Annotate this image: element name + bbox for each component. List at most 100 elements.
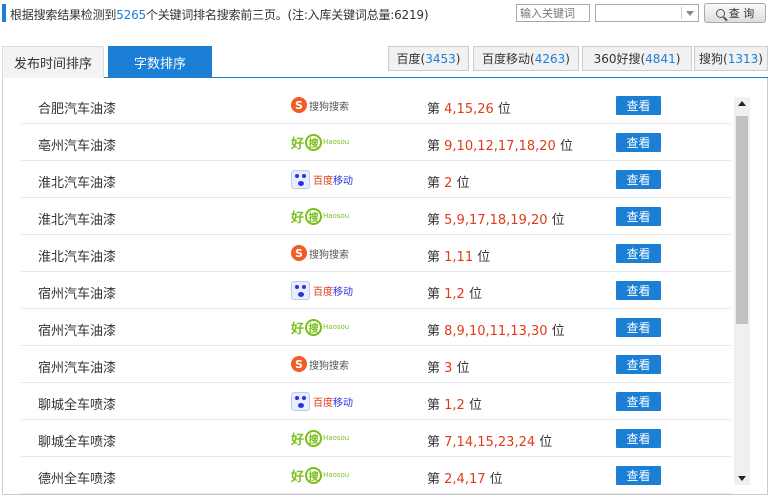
table-row: 宿州汽车油漆 百度移动 第 1,2 位 查看 xyxy=(21,272,731,309)
scroll-thumb[interactable] xyxy=(736,116,748,324)
rank-cell: 第 3 位 xyxy=(427,361,470,376)
rank-cell: 第 1,2 位 xyxy=(427,398,482,413)
engine-filter-sogou[interactable]: 搜狗(1313) xyxy=(694,46,768,71)
table-row: 淮北汽车油漆 S 搜狗搜索 第 1,11 位 查看 xyxy=(21,235,731,272)
baidu-mobile-logo-icon: 百度移动 xyxy=(291,280,353,300)
engine-count: 1313 xyxy=(727,51,759,66)
rank-cell: 第 8,9,10,11,13,30 位 xyxy=(427,324,565,339)
accent-bar xyxy=(2,4,6,22)
rank-positions: 4,15,26 xyxy=(444,102,494,117)
rank-cell: 第 9,10,12,17,18,20 位 xyxy=(427,139,573,154)
summary-bar: 根据搜索结果检测到5265个关键词排名搜索前三页。(注:入库关键词总量:6219… xyxy=(0,0,771,28)
keyword-cell: 宿州汽车油漆 xyxy=(38,324,117,339)
baidu-mobile-logo-icon: 百度移动 xyxy=(291,391,353,411)
rank-positions: 9,10,12,17,18,20 xyxy=(444,139,556,154)
view-button[interactable]: 查看 xyxy=(616,281,661,300)
baidu-paw-icon xyxy=(291,391,310,411)
scrollbar[interactable] xyxy=(734,97,750,485)
keyword-cell: 宿州汽车油漆 xyxy=(38,361,117,376)
rank-positions: 1,11 xyxy=(444,250,474,265)
table-row: 聊城全车喷漆 好搜 Haosou 第 7,14,15,23,24 位 查看 xyxy=(21,420,731,457)
query-button[interactable]: 查 询 xyxy=(704,3,766,23)
rank-cell: 第 7,14,15,23,24 位 xyxy=(427,435,553,450)
summary-suffix: 个关键词排名搜索前三页。(注:入库关键词总量:6219) xyxy=(145,8,429,22)
sogou-logo-icon: S 搜狗搜索 xyxy=(291,354,349,374)
table-row: 德州全车喷漆 好搜 Haosou 第 2,4,17 位 查看 xyxy=(21,457,731,494)
engine-select[interactable] xyxy=(595,4,699,22)
keyword-cell: 聊城全车喷漆 xyxy=(38,398,117,413)
rank-positions: 7,14,15,23,24 xyxy=(444,435,536,450)
sogou-logo-icon: S 搜狗搜索 xyxy=(291,243,349,263)
table-row: 宿州汽车油漆 好搜 Haosou 第 8,9,10,11,13,30 位 查看 xyxy=(21,309,731,346)
table-row: 淮北汽车油漆 好搜 Haosou 第 5,9,17,18,19,20 位 查看 xyxy=(21,198,731,235)
rank-cell: 第 2 位 xyxy=(427,176,470,191)
summary-count: 5265 xyxy=(116,8,146,22)
haosou-logo-icon: 好搜 Haosou xyxy=(291,465,349,485)
baidu-mobile-logo-icon: 百度移动 xyxy=(291,169,353,189)
engine-count: 3453 xyxy=(425,51,456,66)
baidu-paw-icon xyxy=(291,280,310,300)
query-label: 查 询 xyxy=(728,7,755,20)
rank-positions: 5,9,17,18,19,20 xyxy=(444,213,548,228)
scroll-down-arrow-icon[interactable] xyxy=(738,476,746,481)
summary-prefix: 根据搜索结果检测到 xyxy=(10,8,117,22)
view-button[interactable]: 查看 xyxy=(616,133,661,152)
keyword-cell: 宿州汽车油漆 xyxy=(38,287,117,302)
table-row: 聊城全车喷漆 百度移动 第 1,2 位 查看 xyxy=(21,383,731,420)
keyword-input[interactable] xyxy=(516,4,590,22)
summary-text: 根据搜索结果检测到5265个关键词排名搜索前三页。(注:入库关键词总量:6219… xyxy=(10,6,429,23)
view-button[interactable]: 查看 xyxy=(616,96,661,115)
engine-filter-baidu[interactable]: 百度(3453) xyxy=(388,46,469,71)
results-panel: 合肥汽车油漆 S 搜狗搜索第 4,15,26 位查看 亳州汽车油漆好搜 Haosou 第 … xyxy=(2,78,768,495)
sogou-logo-icon: S 搜狗搜索 xyxy=(291,95,349,115)
view-button[interactable]: 查看 xyxy=(616,355,661,374)
table-row: 合肥汽车油漆 S 搜狗搜索 第 4,15,26 位 查看 xyxy=(21,87,731,124)
select-separator xyxy=(681,7,682,19)
keyword-cell: 淮北汽车油漆 xyxy=(38,250,117,265)
engine-filter-baidu-mobile[interactable]: 百度移动(4263) xyxy=(473,46,579,71)
view-button[interactable]: 查看 xyxy=(616,318,661,337)
haosou-logo-icon: 好搜 Haosou xyxy=(291,428,349,448)
rank-cell: 第 1,2 位 xyxy=(427,287,482,302)
haosou-logo-icon: 好搜 Haosou xyxy=(291,206,349,226)
results-list: 合肥汽车油漆 S 搜狗搜索第 4,15,26 位查看 亳州汽车油漆好搜 Haosou 第 … xyxy=(21,87,731,494)
engine-name: 360好搜 xyxy=(593,52,641,66)
rank-positions: 1,2 xyxy=(444,287,465,302)
keyword-cell: 淮北汽车油漆 xyxy=(38,213,117,228)
rank-positions: 2 xyxy=(444,176,453,191)
chevron-down-icon xyxy=(686,11,694,16)
keyword-cell: 合肥汽车油漆 xyxy=(38,102,117,117)
table-row: 淮北汽车油漆 百度移动 第 2 位 查看 xyxy=(21,161,731,198)
tab-bar: 发布时间排序 字数排序 百度(3453) 百度移动(4263) 360好搜(48… xyxy=(2,46,768,78)
scroll-up-arrow-icon[interactable] xyxy=(738,101,746,106)
haosou-logo-icon: 好搜 Haosou xyxy=(291,132,349,152)
view-button[interactable]: 查看 xyxy=(616,392,661,411)
search-icon xyxy=(715,8,725,18)
keyword-cell: 淮北汽车油漆 xyxy=(38,176,117,191)
view-button[interactable]: 查看 xyxy=(616,466,661,485)
view-button[interactable]: 查看 xyxy=(616,170,661,189)
keyword-cell: 亳州汽车油漆 xyxy=(38,139,117,154)
engine-count: 4263 xyxy=(534,51,566,66)
engine-name: 搜狗 xyxy=(699,52,724,66)
keyword-cell: 德州全车喷漆 xyxy=(38,472,117,487)
rank-cell: 第 5,9,17,18,19,20 位 xyxy=(427,213,565,228)
keyword-cell: 聊城全车喷漆 xyxy=(38,435,117,450)
engine-name: 百度移动 xyxy=(482,52,531,66)
tab-word-count[interactable]: 字数排序 xyxy=(108,46,212,78)
view-button[interactable]: 查看 xyxy=(616,207,661,226)
table-row: 亳州汽车油漆 好搜 Haosou 第 9,10,12,17,18,20 位 查看 xyxy=(21,124,731,161)
engine-count: 4841 xyxy=(645,51,676,66)
haosou-logo-icon: 好搜 Haosou xyxy=(291,317,349,337)
table-row: 宿州汽车油漆 S 搜狗搜索 第 3 位 查看 xyxy=(21,346,731,383)
rank-positions: 3 xyxy=(444,361,453,376)
rank-cell: 第 2,4,17 位 xyxy=(427,472,503,487)
rank-positions: 1,2 xyxy=(444,398,465,413)
view-button[interactable]: 查看 xyxy=(616,429,661,448)
engine-filter-360[interactable]: 360好搜(4841) xyxy=(582,46,692,71)
tab-publish-time[interactable]: 发布时间排序 xyxy=(2,46,104,78)
view-button[interactable]: 查看 xyxy=(616,244,661,263)
rank-positions: 2,4,17 xyxy=(444,472,486,487)
engine-name: 百度 xyxy=(396,52,421,66)
baidu-paw-icon xyxy=(291,169,310,189)
